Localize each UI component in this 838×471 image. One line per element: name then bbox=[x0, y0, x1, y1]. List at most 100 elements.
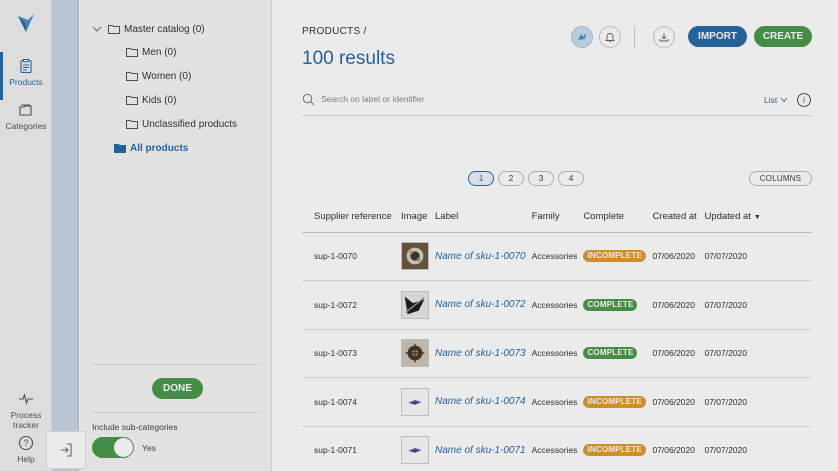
collapse-panel-button[interactable] bbox=[46, 431, 86, 469]
nav-process-tracker[interactable]: Process tracker bbox=[0, 391, 52, 430]
download-button[interactable] bbox=[653, 26, 675, 48]
panel-divider bbox=[92, 364, 262, 365]
product-image-cell bbox=[398, 329, 432, 378]
product-label-link[interactable]: Name of sku-1-0073 bbox=[435, 348, 526, 359]
search-bar: List i bbox=[302, 88, 812, 116]
tree-item-master-catalog[interactable]: Master catalog (0) bbox=[92, 21, 205, 37]
table-header-row: Supplier reference Image Label Family Co… bbox=[302, 202, 812, 233]
product-thumbnail[interactable] bbox=[401, 387, 429, 416]
column-header[interactable]: Complete bbox=[580, 202, 650, 233]
include-subcategories-toggle[interactable] bbox=[92, 437, 134, 458]
nav-categories-label: Categories bbox=[5, 121, 47, 131]
supplier-ref: sup-1-0072 bbox=[302, 280, 398, 330]
family: Accessories bbox=[528, 377, 581, 427]
page-button[interactable]: 2 bbox=[498, 171, 524, 186]
table-row[interactable]: sup-1-0072 Name of sku-1-0072 Accessorie… bbox=[302, 280, 812, 330]
column-header[interactable]: Created at bbox=[649, 202, 702, 233]
product-label-cell[interactable]: Name of sku-1-0070 bbox=[432, 232, 529, 281]
info-icon[interactable]: i bbox=[797, 93, 811, 107]
tree-item-men[interactable]: Men (0) bbox=[126, 44, 176, 60]
page-button[interactable]: 4 bbox=[558, 171, 584, 186]
table-row[interactable]: sup-1-0073 Name of sku-1-0073 Accessorie… bbox=[302, 329, 812, 378]
nav-help[interactable]: ? Help bbox=[0, 435, 52, 464]
search-input[interactable] bbox=[321, 94, 621, 104]
nav-categories[interactable]: Categories bbox=[0, 102, 52, 131]
page-button[interactable]: 1 bbox=[468, 171, 494, 186]
created-at: 07/06/2020 bbox=[649, 377, 702, 427]
column-header-label: Updated at bbox=[704, 211, 751, 223]
tree-item-label: Unclassified products bbox=[142, 118, 238, 130]
supplier-ref: sup-1-0073 bbox=[302, 329, 398, 378]
supplier-ref: sup-1-0071 bbox=[302, 426, 398, 471]
updated-at: 07/07/2020 bbox=[701, 329, 812, 378]
created-at: 07/06/2020 bbox=[649, 232, 702, 281]
product-label-link[interactable]: Name of sku-1-0070 bbox=[435, 251, 526, 262]
breadcrumb[interactable]: PRODUCTS / bbox=[302, 26, 367, 37]
product-label-cell[interactable]: Name of sku-1-0072 bbox=[432, 280, 529, 330]
bird-icon bbox=[578, 33, 586, 40]
tree-item-label: Master catalog (0) bbox=[124, 23, 205, 35]
header-separator bbox=[634, 26, 635, 48]
activity-icon bbox=[19, 393, 33, 405]
product-image-cell bbox=[398, 280, 432, 330]
family: Accessories bbox=[528, 280, 581, 330]
tree-item-kids[interactable]: Kids (0) bbox=[126, 92, 176, 108]
nav-process-tracker-label: Process tracker bbox=[10, 410, 42, 430]
product-label-link[interactable]: Name of sku-1-0071 bbox=[435, 445, 526, 456]
done-button[interactable]: DONE bbox=[152, 378, 203, 399]
help-icon: ? bbox=[18, 435, 34, 451]
created-at: 07/06/2020 bbox=[649, 280, 702, 330]
chevron-down-icon bbox=[780, 97, 788, 103]
product-label-cell[interactable]: Name of sku-1-0073 bbox=[432, 329, 529, 378]
page-button[interactable]: 3 bbox=[528, 171, 554, 186]
product-image-cell bbox=[398, 377, 432, 427]
nav-products[interactable]: Products bbox=[0, 52, 52, 100]
notifications-button[interactable] bbox=[599, 26, 621, 48]
folder-icon bbox=[126, 72, 138, 81]
table-row[interactable]: sup-1-0074 Name of sku-1-0074 Accessorie… bbox=[302, 377, 812, 427]
column-header[interactable]: Supplier reference bbox=[302, 202, 398, 233]
clipboard-icon bbox=[20, 59, 32, 74]
folder-icon bbox=[126, 48, 138, 57]
column-header-sorted[interactable]: Updated at ▼ bbox=[701, 202, 812, 233]
view-mode-label: List bbox=[764, 95, 778, 105]
product-label-cell[interactable]: Name of sku-1-0071 bbox=[432, 426, 529, 471]
sort-desc-icon: ▼ bbox=[753, 214, 761, 222]
column-header[interactable]: Family bbox=[528, 202, 581, 233]
table-row[interactable]: sup-1-0070 Name of sku-1-0070 Accessorie… bbox=[302, 232, 812, 281]
product-label-link[interactable]: Name of sku-1-0072 bbox=[435, 299, 526, 310]
create-button[interactable]: CREATE bbox=[754, 26, 812, 47]
product-thumbnail[interactable] bbox=[401, 436, 429, 465]
nav-help-label: Help bbox=[17, 454, 35, 464]
product-thumbnail[interactable] bbox=[401, 339, 429, 368]
column-header: Image bbox=[398, 202, 432, 233]
product-thumbnail[interactable] bbox=[401, 242, 429, 271]
brand-avatar-button[interactable] bbox=[571, 26, 593, 48]
updated-at: 07/07/2020 bbox=[701, 426, 812, 471]
tree-item-women[interactable]: Women (0) bbox=[126, 68, 191, 84]
tree-item-unclassified[interactable]: Unclassified products bbox=[126, 116, 237, 132]
product-label-link[interactable]: Name of sku-1-0074 bbox=[435, 396, 526, 407]
folder-icon bbox=[126, 96, 138, 105]
supplier-ref: sup-1-0070 bbox=[302, 232, 398, 281]
product-label-cell[interactable]: Name of sku-1-0074 bbox=[432, 377, 529, 427]
chevron-down-icon[interactable] bbox=[92, 24, 102, 34]
supplier-ref: sup-1-0074 bbox=[302, 377, 398, 427]
created-at: 07/06/2020 bbox=[649, 329, 702, 378]
table-row[interactable]: sup-1-0071 Name of sku-1-0071 Accessorie… bbox=[302, 426, 812, 471]
tree-item-all-products[interactable]: All products bbox=[114, 140, 188, 156]
folder-filled-icon bbox=[114, 144, 126, 153]
family: Accessories bbox=[528, 426, 581, 471]
status-badge: INCOMPLETE bbox=[583, 444, 646, 457]
family: Accessories bbox=[528, 329, 581, 378]
download-icon bbox=[659, 33, 669, 42]
import-button[interactable]: IMPORT bbox=[688, 26, 747, 47]
columns-button[interactable]: COLUMNS bbox=[749, 171, 812, 186]
view-mode-select[interactable]: List bbox=[764, 95, 788, 105]
app-logo-icon[interactable] bbox=[14, 10, 38, 34]
left-nav: Products Categories Process tracker ? He… bbox=[0, 0, 52, 471]
column-header[interactable]: Label bbox=[432, 202, 529, 233]
product-thumbnail[interactable] bbox=[401, 290, 429, 319]
tree-item-label: All products bbox=[130, 142, 189, 154]
include-subcategories-label: Include sub-categories bbox=[92, 422, 178, 432]
